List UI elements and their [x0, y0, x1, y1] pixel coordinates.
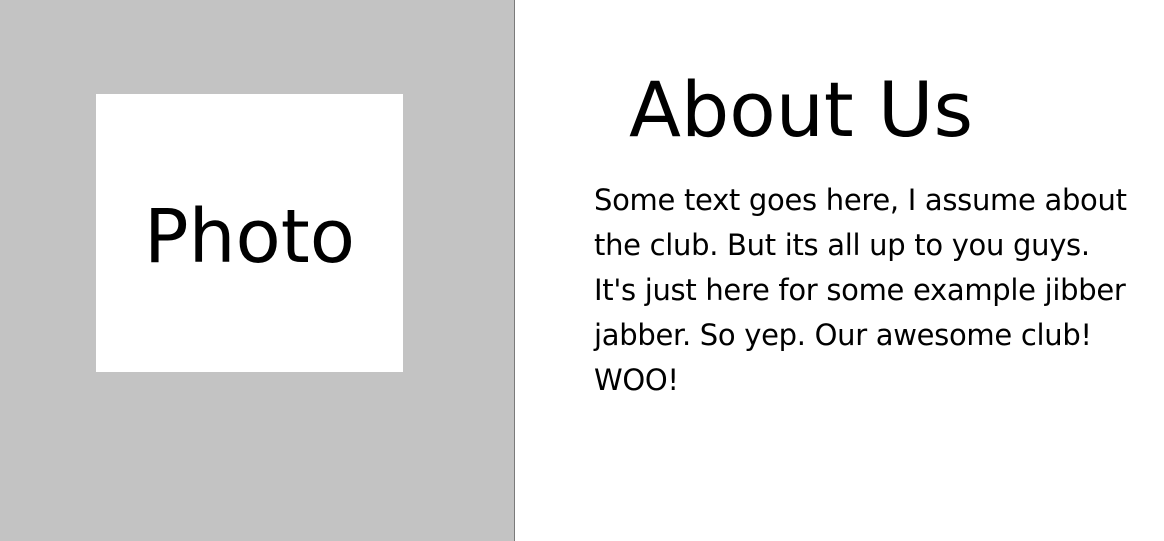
photo-placeholder: Photo: [96, 94, 403, 372]
about-body-text: Some text goes here, I assume about the …: [594, 183, 1127, 397]
about-title: About Us: [629, 65, 974, 154]
photo-panel: Photo: [0, 0, 514, 541]
about-panel: About Us Some text goes here, I assume a…: [515, 0, 1164, 541]
photo-label: Photo: [143, 194, 356, 280]
page: Photo About Us Some text goes here, I as…: [0, 0, 1164, 541]
